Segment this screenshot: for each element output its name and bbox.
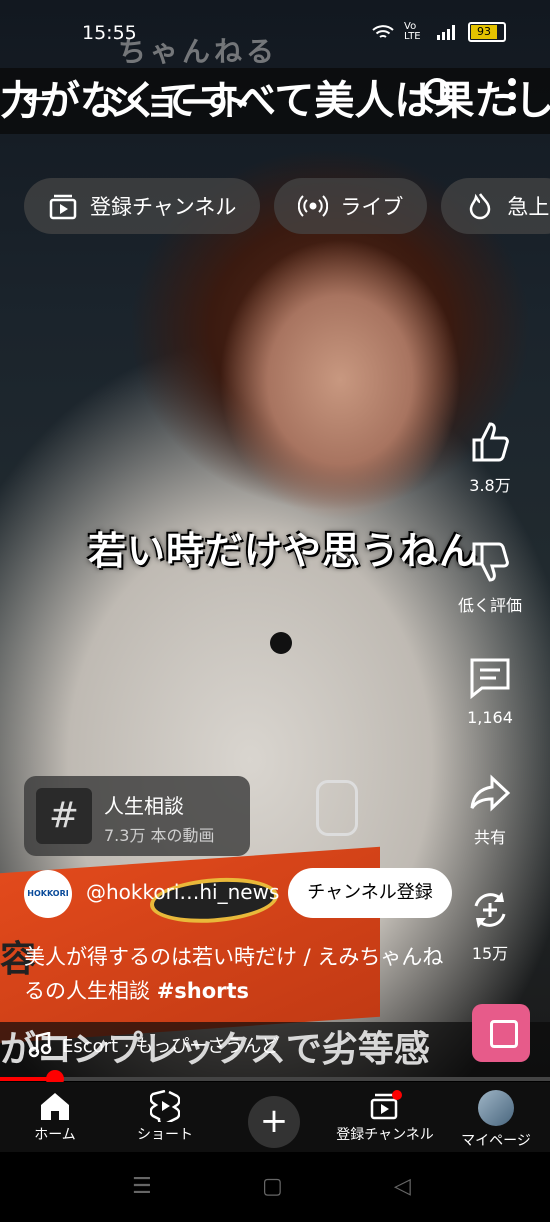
page-title: ショート xyxy=(108,83,253,124)
chip-label: ライブ xyxy=(340,195,404,219)
hashtag-card[interactable]: # 人生相談 7.3万 本の動画 xyxy=(24,776,250,856)
share-button[interactable]: 共有 xyxy=(450,772,530,848)
nav-label: マイページ xyxy=(461,1133,531,1149)
video-microphone xyxy=(270,632,292,654)
comment-icon xyxy=(470,658,510,700)
battery-icon: 93 xyxy=(468,22,506,42)
chip-label: 登録チャンネル xyxy=(90,195,237,219)
signal-icon xyxy=(437,25,455,40)
remix-icon xyxy=(474,892,506,928)
music-label: Escort · もっぴーさうんど xyxy=(62,1036,279,1057)
video-title[interactable]: 美人が得するのは若い時だけ / えみちゃんねるの人生相談 #shorts xyxy=(24,940,444,1008)
create-plus-icon[interactable]: + xyxy=(248,1096,300,1148)
video-progress-bar[interactable] xyxy=(0,1070,550,1088)
system-back-icon[interactable]: ◁ xyxy=(394,1174,411,1199)
back-arrow-icon[interactable]: ← xyxy=(22,78,52,119)
nav-label: 登録チャンネル xyxy=(336,1127,434,1143)
nav-label: ホーム xyxy=(34,1127,76,1143)
shorts-icon xyxy=(150,1090,180,1122)
hashtag-icon: # xyxy=(36,788,92,844)
trending-icon xyxy=(470,193,491,220)
system-home-icon[interactable]: ▢ xyxy=(262,1174,283,1199)
category-chips: 登録チャンネル ライブ 急上 xyxy=(24,178,550,234)
dislike-label: 低く評価 xyxy=(457,596,522,615)
video-caption: 若い時だけや思うねん xyxy=(88,529,479,573)
recents-icon[interactable]: ☰ xyxy=(132,1174,152,1199)
channel-handle[interactable]: @hokkori…hi_news xyxy=(86,880,279,904)
like-button[interactable]: 3.8万 xyxy=(450,420,530,496)
nav-home[interactable]: ホーム xyxy=(22,1090,88,1144)
avatar-icon xyxy=(478,1090,514,1126)
more-vert-icon[interactable] xyxy=(500,76,524,116)
subscriptions-icon xyxy=(49,194,77,220)
system-nav-bar: ☰ ▢ ◁ xyxy=(0,1152,550,1222)
music-row[interactable]: Escort · もっぴーさうんど xyxy=(28,1032,279,1058)
nav-label: ショート xyxy=(137,1127,193,1143)
search-icon[interactable] xyxy=(422,76,458,112)
download-sticker-icon[interactable] xyxy=(472,1004,530,1062)
like-count: 3.8万 xyxy=(469,476,511,495)
status-icons: Vo LTE 93 xyxy=(372,22,506,42)
subscribe-button[interactable]: チャンネル登録 xyxy=(288,868,452,918)
home-icon xyxy=(41,1093,69,1120)
status-bar: 15:55 Vo LTE 93 xyxy=(0,0,550,70)
video-title-hashtag[interactable]: #shorts xyxy=(157,979,249,1003)
volte-label: Vo LTE xyxy=(404,21,421,42)
chip-live[interactable]: ライブ xyxy=(274,178,428,234)
notification-dot xyxy=(392,1090,402,1100)
nav-subscriptions[interactable]: 登録チャンネル xyxy=(330,1090,440,1144)
thumbs-down-icon xyxy=(472,542,509,582)
nav-shorts[interactable]: ショート xyxy=(130,1090,200,1144)
hashtag-name: 人生相談 xyxy=(104,794,184,818)
share-icon xyxy=(470,774,511,812)
wifi-icon xyxy=(372,25,394,38)
app-bar: ← ショート xyxy=(0,68,550,124)
chip-trending[interactable]: 急上 xyxy=(441,178,550,234)
music-note-icon xyxy=(28,1032,52,1058)
nav-you[interactable]: マイページ xyxy=(456,1090,536,1150)
comment-button[interactable]: 1,164 xyxy=(450,656,530,727)
channel-avatar[interactable]: HOKKORI xyxy=(24,870,72,918)
remix-count: 15万 xyxy=(471,944,509,963)
remix-button[interactable]: 15万 xyxy=(450,888,530,964)
battery-level: 93 xyxy=(471,25,497,39)
hashtag-count: 7.3万 本の動画 xyxy=(104,826,215,845)
video-pendant xyxy=(316,780,358,836)
dislike-button[interactable]: 低く評価 xyxy=(450,540,530,616)
chip-label: 急上 xyxy=(507,195,550,219)
comment-count: 1,164 xyxy=(467,708,513,727)
thumbs-up-icon xyxy=(472,422,509,462)
status-time: 15:55 xyxy=(82,22,137,44)
chip-subscriptions[interactable]: 登録チャンネル xyxy=(24,178,261,234)
live-icon xyxy=(298,195,329,217)
share-label: 共有 xyxy=(473,828,506,847)
